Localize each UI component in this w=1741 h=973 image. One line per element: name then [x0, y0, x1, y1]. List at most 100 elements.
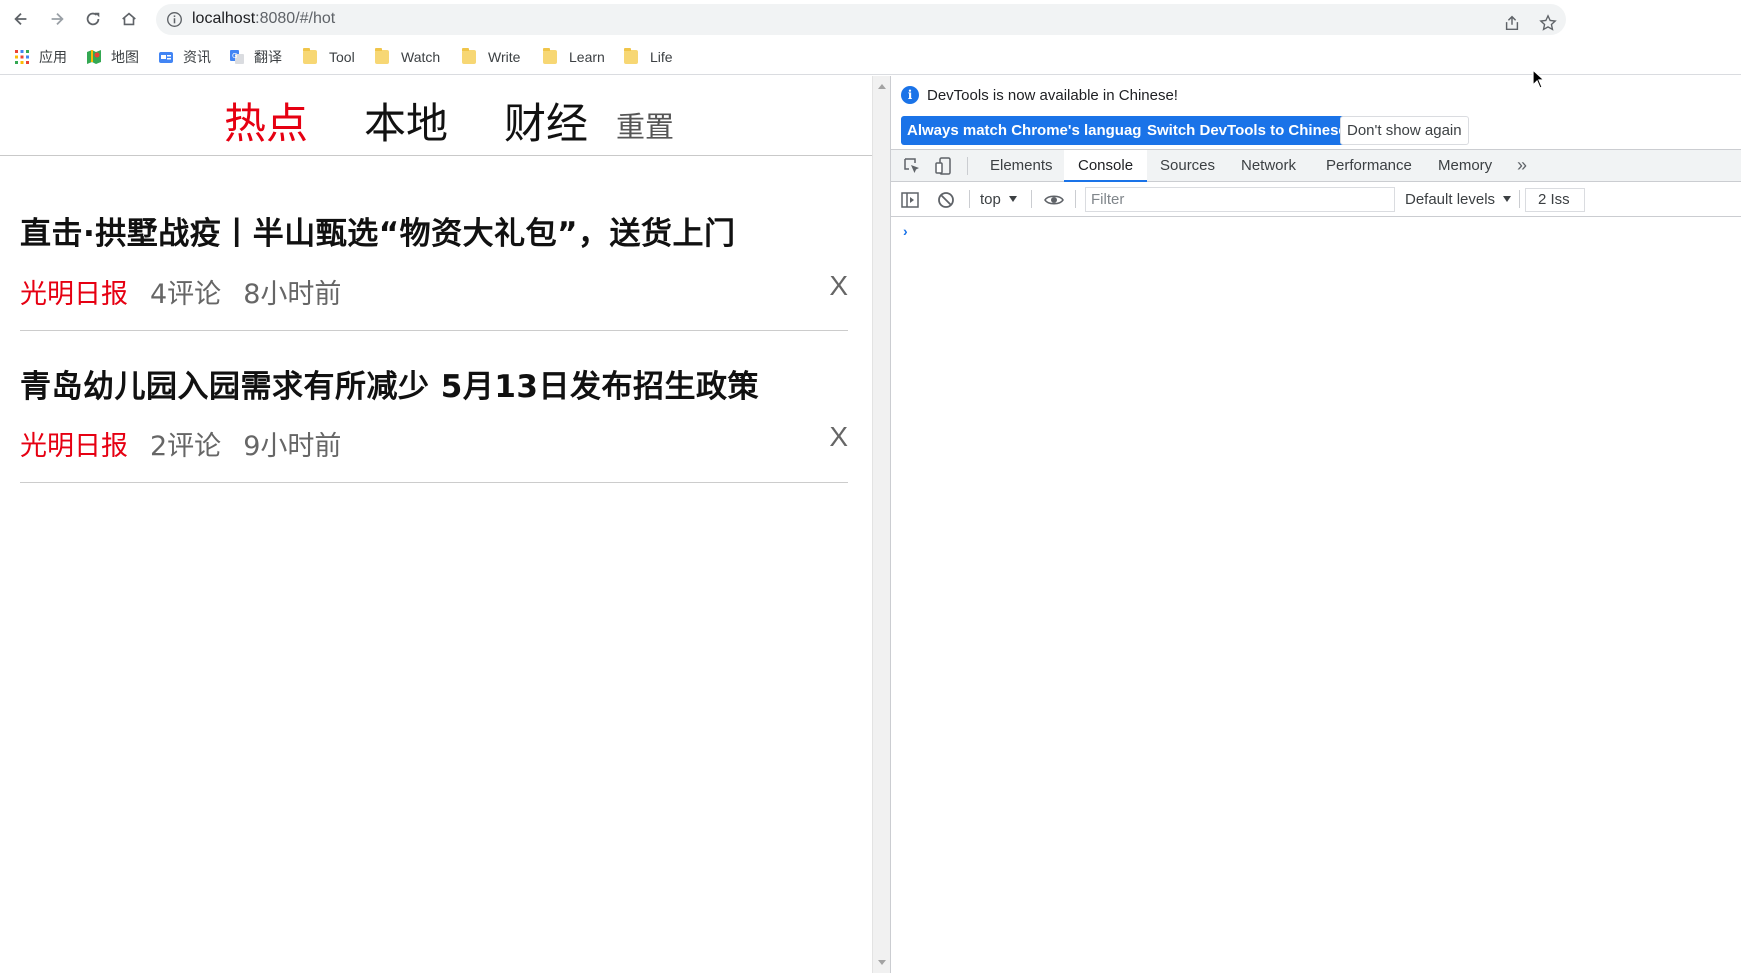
bookmark-folder-tool[interactable]: Tool [303, 47, 355, 67]
bookmark-maps[interactable]: 地图 [86, 47, 139, 67]
folder-icon [624, 48, 638, 64]
bookmarks-bar: 应用 地图 资讯 G 翻译 Tool Watch Write Learn Lif… [0, 38, 1741, 75]
clear-console-icon[interactable] [937, 191, 955, 209]
address-bar[interactable]: localhost:8080/#/hot [156, 4, 1566, 35]
toolbar-divider [1031, 190, 1032, 208]
eye-icon[interactable] [1044, 191, 1064, 209]
devtools-language-infobar: i DevTools is now available in Chinese! … [891, 76, 1741, 146]
reload-button[interactable] [80, 6, 106, 32]
toolbar-divider [969, 190, 970, 208]
toolbar-divider [967, 157, 968, 175]
close-button[interactable]: X [829, 270, 848, 302]
bookmark-label: Life [650, 49, 673, 65]
url-path: :8080/#/hot [255, 10, 336, 27]
bookmark-news[interactable]: 资讯 [158, 47, 211, 67]
folder-icon [303, 48, 317, 64]
url-host: localhost [192, 10, 256, 27]
news-title[interactable]: 直击·拱墅战疫丨半山甄选“物资大礼包”，送货上门 [20, 208, 736, 253]
folder-icon [543, 48, 557, 64]
news-source: 光明日报 [20, 279, 128, 310]
home-button[interactable] [116, 6, 142, 32]
dont-show-again-button[interactable]: Don't show again [1340, 116, 1469, 145]
scroll-down-icon[interactable] [878, 960, 886, 965]
tab-elements[interactable]: Elements [976, 150, 1067, 182]
bookmark-label: Learn [569, 49, 605, 65]
news-comments: 4评论 [150, 279, 222, 310]
folder-icon [375, 48, 389, 64]
category-tabs: 热点 本地 财经 重置 [0, 76, 872, 156]
devtools-tabbar: Elements Console Sources Network Perform… [891, 149, 1741, 182]
levels-label: Default levels [1405, 191, 1496, 208]
bookmark-label: Tool [329, 49, 355, 65]
bookmark-folder-write[interactable]: Write [462, 47, 520, 67]
bookmark-label: 地图 [111, 49, 139, 65]
bookmark-folder-life[interactable]: Life [624, 47, 673, 67]
news-comments: 2评论 [150, 431, 222, 462]
translate-icon: G [230, 50, 244, 64]
url-text[interactable]: localhost:8080/#/hot [192, 10, 335, 28]
browser-toolbar: localhost:8080/#/hot [0, 0, 1741, 38]
bookmark-label: 应用 [39, 49, 67, 65]
news-meta: 光明日报 2评论 9小时前 [20, 424, 363, 463]
page-viewport: 热点 本地 财经 重置 直击·拱墅战疫丨半山甄选“物资大礼包”，送货上门 光明日… [0, 76, 872, 973]
bookmark-apps[interactable]: 应用 [14, 47, 67, 67]
bookmark-label: 翻译 [254, 49, 282, 65]
star-icon[interactable] [1539, 14, 1557, 32]
tab-local[interactable]: 本地 [364, 90, 448, 151]
news-item: 青岛幼儿园入园需求有所减少 5月13日发布招生政策 光明日报 2评论 9小时前 X [20, 331, 848, 483]
always-match-language-button[interactable]: Always match Chrome's language [901, 116, 1156, 145]
scroll-up-icon[interactable] [878, 84, 886, 89]
tab-memory[interactable]: Memory [1424, 150, 1506, 182]
inspect-element-icon[interactable] [903, 157, 921, 175]
tab-console[interactable]: Console [1064, 150, 1148, 182]
news-icon [159, 52, 173, 63]
home-icon [122, 12, 136, 26]
log-levels-dropdown[interactable]: Default levels [1405, 191, 1512, 208]
device-toolbar-icon[interactable] [935, 157, 953, 175]
reset-button[interactable]: 重置 [616, 104, 674, 146]
bookmark-label: Write [488, 49, 521, 65]
tab-hot[interactable]: 热点 [224, 90, 308, 151]
news-time: 9小时前 [243, 431, 342, 462]
bookmark-label: 资讯 [183, 49, 211, 65]
maps-icon [87, 50, 101, 64]
context-selector[interactable]: top [980, 191, 1017, 208]
mouse-cursor-icon [1532, 69, 1546, 89]
bookmark-folder-learn[interactable]: Learn [543, 47, 605, 67]
tab-performance[interactable]: Performance [1312, 150, 1426, 182]
news-item: 直击·拱墅战疫丨半山甄选“物资大礼包”，送货上门 光明日报 4评论 8小时前 X [20, 172, 848, 331]
toolbar-divider [1519, 190, 1520, 208]
tab-finance[interactable]: 财经 [504, 90, 588, 151]
filter-input[interactable] [1086, 188, 1394, 211]
tab-sources[interactable]: Sources [1146, 150, 1229, 182]
close-button[interactable]: X [829, 421, 848, 453]
svg-text:G: G [232, 52, 237, 60]
bookmark-label: Watch [401, 49, 441, 65]
console-filter[interactable] [1085, 187, 1395, 212]
folder-icon [462, 48, 476, 64]
console-prompt[interactable]: › [903, 223, 908, 239]
bookmark-translate[interactable]: G 翻译 [229, 47, 282, 67]
page-scrollbar[interactable] [872, 76, 890, 973]
infobar-message: DevTools is now available in Chinese! [927, 87, 1178, 104]
bookmark-folder-watch[interactable]: Watch [375, 47, 440, 67]
sidebar-toggle-icon[interactable] [901, 191, 919, 209]
console-toolbar: top Default levels 2 Iss [891, 183, 1741, 217]
dropdown-caret-icon [1503, 196, 1512, 202]
apps-grid-icon [15, 50, 29, 64]
forward-button[interactable] [44, 6, 70, 32]
news-source: 光明日报 [20, 431, 128, 462]
info-icon[interactable] [166, 11, 183, 28]
share-icon[interactable] [1503, 14, 1521, 32]
arrow-left-icon [14, 12, 27, 26]
dropdown-caret-icon [1008, 196, 1017, 202]
info-icon: i [901, 86, 919, 104]
tab-network[interactable]: Network [1227, 150, 1310, 182]
news-title[interactable]: 青岛幼儿园入园需求有所减少 5月13日发布招生政策 [20, 361, 759, 406]
switch-devtools-language-button[interactable]: Switch DevTools to Chinese [1141, 116, 1353, 145]
issues-counter[interactable]: 2 Iss [1525, 188, 1585, 212]
arrow-right-icon [51, 12, 64, 26]
back-button[interactable] [8, 6, 34, 32]
more-tabs-icon[interactable]: » [1517, 155, 1527, 176]
news-time: 8小时前 [243, 279, 342, 310]
